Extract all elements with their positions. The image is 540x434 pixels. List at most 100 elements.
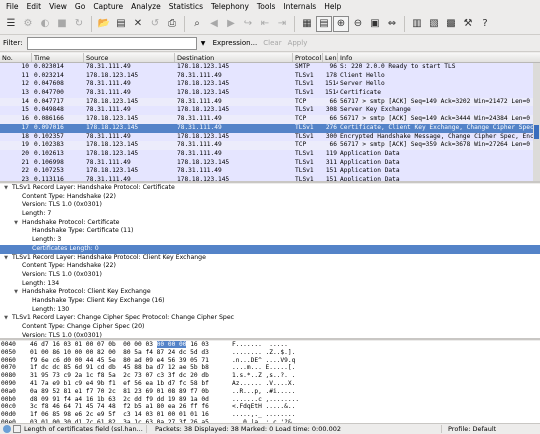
- packet-list-scrollbar[interactable]: [533, 63, 540, 181]
- packet-row[interactable]: 17 0.097016 178.18.123.145 78.31.111.49 TLSv…: [0, 123, 540, 133]
- packet-row[interactable]: 19 0.102383 178.18.123.145 78.31.111.49 TCP 6…: [0, 141, 540, 150]
- reload-icon[interactable]: ↺: [147, 16, 163, 32]
- go-back-icon[interactable]: ◀: [206, 16, 222, 32]
- go-first-icon[interactable]: ⇤: [257, 16, 273, 32]
- menu-view[interactable]: View: [45, 2, 71, 11]
- autoscroll-icon[interactable]: ▤: [316, 15, 332, 32]
- detail-tree-item[interactable]: Length: 7: [0, 210, 540, 219]
- hex-line[interactable]: 00d0 1f 06 85 98 e6 2c e9 5f c3 14 03 01 …: [0, 411, 540, 419]
- menu-capture[interactable]: Capture: [89, 2, 127, 11]
- hex-line[interactable]: 0070 1f dc dc 85 6d 91 cd db 45 88 ba d7 …: [0, 364, 540, 372]
- expander-icon[interactable]: ▼: [2, 184, 10, 193]
- expression-button[interactable]: Expression...: [210, 39, 261, 47]
- scrollbar-thumb[interactable]: [534, 125, 539, 139]
- packet-row[interactable]: 16 0.086166 178.18.123.145 78.31.111.49 TCP 6…: [0, 115, 540, 124]
- close-file-icon[interactable]: ✕: [130, 16, 146, 32]
- detail-tree-item[interactable]: ▼ Handshake Protocol: Certificate: [0, 219, 540, 228]
- open-file-icon[interactable]: 📂: [96, 16, 112, 32]
- detail-tree-item[interactable]: Version: TLS 1.0 (0x0301): [0, 271, 540, 280]
- detail-tree-item[interactable]: ▼ Handshake Protocol: Client Key Exchange: [0, 288, 540, 297]
- packet-row[interactable]: 23 0.113116 78.31.111.49 178.18.123.145 TLSv…: [0, 175, 540, 181]
- packet-row[interactable]: 20 0.102613 178.18.123.145 78.31.111.49 TLSv…: [0, 149, 540, 159]
- menu-statistics[interactable]: Statistics: [165, 2, 207, 11]
- expander-icon[interactable]: ▼: [2, 314, 10, 323]
- interface-list-icon[interactable]: ☰: [3, 16, 19, 32]
- display-filters-icon[interactable]: ▧: [426, 16, 442, 32]
- go-last-icon[interactable]: ⇥: [274, 16, 290, 32]
- hex-line[interactable]: 00a0 0a 89 52 81 e1 f7 70 2c 81 23 69 01 …: [0, 388, 540, 396]
- hex-line[interactable]: 0060 f9 6e c6 d0 00 44 45 5e 80 ad 09 e4 …: [0, 357, 540, 365]
- zoom-out-icon[interactable]: ⊖: [350, 16, 366, 32]
- packet-row[interactable]: 22 0.107253 178.18.123.145 78.31.111.49 TLSv…: [0, 167, 540, 176]
- detail-tree-item[interactable]: Length: 134: [0, 280, 540, 289]
- capture-comments-icon[interactable]: [13, 425, 21, 433]
- detail-tree-item[interactable]: ▼ TLSv1 Record Layer: Change Cipher Spec …: [0, 314, 540, 323]
- detail-tree-item[interactable]: Length: 130: [0, 306, 540, 315]
- column-header-protocol[interactable]: Protocol: [293, 53, 323, 62]
- stop-capture-icon[interactable]: ■: [54, 16, 70, 32]
- column-header-length[interactable]: Length: [323, 53, 338, 62]
- hex-line[interactable]: 00b0 d8 09 91 f4 a4 16 1b 63 2c dd f9 dd …: [0, 396, 540, 404]
- menu-tools[interactable]: Tools: [253, 2, 279, 11]
- expander-icon[interactable]: ▼: [12, 219, 20, 228]
- expander-icon[interactable]: ▼: [2, 254, 10, 263]
- column-header-time[interactable]: Time: [32, 53, 84, 62]
- normal-size-icon[interactable]: ▣: [367, 16, 383, 32]
- detail-tree-item[interactable]: Version: TLS 1.0 (0x0301): [0, 332, 540, 338]
- menu-telephony[interactable]: Telephony: [207, 2, 253, 11]
- packet-list-pane[interactable]: No. Time Source Destination Protocol Len…: [0, 53, 540, 183]
- capture-options-icon[interactable]: ⚙: [20, 16, 36, 32]
- detail-tree-item[interactable]: ▼ TLSv1 Record Layer: Handshake Protocol:…: [0, 184, 540, 193]
- column-header-no[interactable]: No.: [0, 53, 32, 62]
- capture-filters-icon[interactable]: ▥: [409, 16, 425, 32]
- packet-row[interactable]: 11 0.023214 178.18.123.145 78.31.111.49 TLSv…: [0, 71, 540, 81]
- save-file-icon[interactable]: ▤: [113, 16, 129, 32]
- start-capture-icon[interactable]: ◐: [37, 16, 53, 32]
- packet-row[interactable]: 10 0.023014 78.31.111.49 178.18.123.145 SMTP…: [0, 63, 540, 72]
- expander-icon[interactable]: ▼: [12, 288, 20, 297]
- resize-columns-icon[interactable]: ⇔: [384, 16, 400, 32]
- packet-details-pane[interactable]: ▼ TLSv1 Record Layer: Handshake Protocol:…: [0, 184, 540, 340]
- hex-line[interactable]: 0040 46 d7 16 03 01 00 07 0b 00 00 03 00 …: [0, 341, 540, 349]
- menu-internals[interactable]: Internals: [279, 2, 320, 11]
- hex-line[interactable]: 0090 41 7a e9 b1 c9 e4 9b f1 ef 56 ea 1b …: [0, 380, 540, 388]
- column-header-source[interactable]: Source: [84, 53, 175, 62]
- detail-tree-item[interactable]: Handshake Type: Client Key Exchange (16): [0, 297, 540, 306]
- hex-line[interactable]: 0050 01 00 86 10 00 00 82 00 80 5a f4 87 …: [0, 349, 540, 357]
- go-to-packet-icon[interactable]: ↪: [240, 16, 256, 32]
- coloring-rules-icon[interactable]: ▩: [443, 16, 459, 32]
- detail-tree-item[interactable]: Length: 3: [0, 236, 540, 245]
- apply-button[interactable]: Apply: [285, 39, 311, 47]
- detail-tree-item[interactable]: Content Type: Change Cipher Spec (20): [0, 323, 540, 332]
- detail-tree-item[interactable]: Content Type: Handshake (22): [0, 262, 540, 271]
- restart-capture-icon[interactable]: ↻: [71, 16, 87, 32]
- expert-info-icon[interactable]: [3, 425, 11, 433]
- menu-edit[interactable]: Edit: [23, 2, 46, 11]
- packet-row[interactable]: 18 0.102357 78.31.111.49 178.18.123.145 TLSv…: [0, 132, 540, 142]
- column-header-destination[interactable]: Destination: [175, 53, 293, 62]
- print-icon[interactable]: ⎙: [164, 16, 180, 32]
- colorize-icon[interactable]: ▦: [299, 16, 315, 32]
- detail-tree-item[interactable]: Certificates Length: 0: [0, 244, 540, 254]
- column-header-info[interactable]: Info: [338, 53, 534, 62]
- packet-bytes-pane[interactable]: 0040 46 d7 16 03 01 00 07 0b 00 00 03 00 …: [0, 341, 540, 423]
- menu-analyze[interactable]: Analyze: [127, 2, 165, 11]
- detail-tree-item[interactable]: Content Type: Handshake (22): [0, 193, 540, 202]
- packet-row[interactable]: 12 0.047608 78.31.111.49 178.18.123.145 TLSv…: [0, 80, 540, 90]
- go-forward-icon[interactable]: ▶: [223, 16, 239, 32]
- status-profile[interactable]: Profile: Default: [441, 425, 496, 433]
- menu-file[interactable]: File: [2, 2, 23, 11]
- detail-tree-item[interactable]: Version: TLS 1.0 (0x0301): [0, 201, 540, 210]
- help-icon[interactable]: ?: [477, 16, 493, 32]
- packet-row[interactable]: 13 0.047700 78.31.111.49 178.18.123.145 TLSv…: [0, 89, 540, 98]
- packet-row[interactable]: 21 0.106998 78.31.111.49 178.18.123.145 TLSv…: [0, 158, 540, 168]
- filter-dropdown-icon[interactable]: ▼: [199, 37, 208, 50]
- hex-line[interactable]: 0080 31 95 73 c9 2a 1c f8 5a 2c 73 07 c3 …: [0, 372, 540, 380]
- detail-tree-item[interactable]: Handshake Type: Certificate (11): [0, 227, 540, 236]
- menu-help[interactable]: Help: [320, 2, 345, 11]
- menu-go[interactable]: Go: [71, 2, 89, 11]
- packet-row[interactable]: 14 0.047717 178.18.123.145 78.31.111.49 TCP 6…: [0, 97, 540, 107]
- clear-button[interactable]: Clear: [260, 39, 284, 47]
- preferences-icon[interactable]: ⚒: [460, 16, 476, 32]
- zoom-in-icon[interactable]: ⊕: [333, 15, 349, 32]
